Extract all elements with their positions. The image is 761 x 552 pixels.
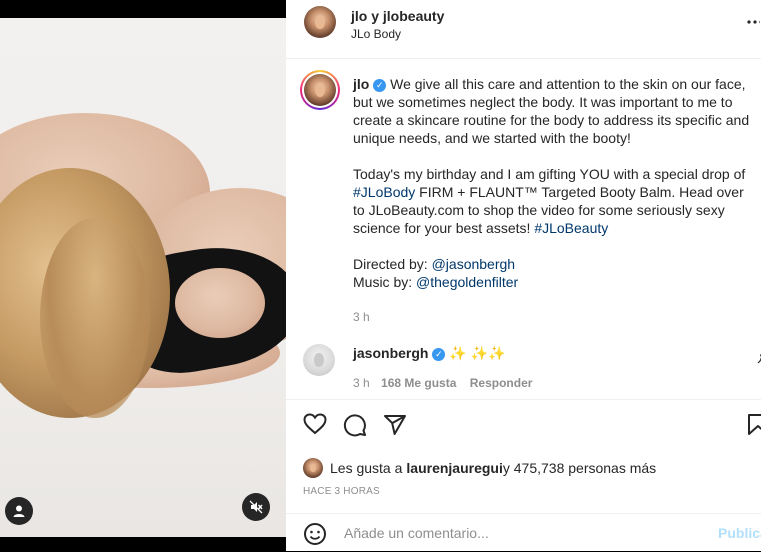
share-icon <box>384 415 406 435</box>
directed-by-label: Directed by: <box>353 256 432 272</box>
hashtag-jlobody[interactable]: #JLoBody <box>353 184 415 200</box>
like-button[interactable] <box>303 413 327 440</box>
emoji-button[interactable] <box>303 522 327 551</box>
user-icon <box>13 505 25 517</box>
heart-icon <box>303 413 327 435</box>
post-panel: jlo y jlobeauty JLo Body jlo ✓ We give a… <box>286 0 761 551</box>
bookmark-icon <box>748 414 761 435</box>
hashtag-jlobeauty[interactable]: #JLoBeauty <box>534 220 608 236</box>
header-avatar[interactable] <box>304 6 336 38</box>
comment-icon <box>343 414 366 437</box>
header-subtitle[interactable]: JLo Body <box>351 27 401 41</box>
video-frame[interactable] <box>0 18 286 537</box>
volume-muted-icon <box>249 500 263 514</box>
add-comment-bar: Publicar <box>286 513 761 552</box>
post-time-ago[interactable]: HACE 3 HORAS <box>303 486 380 497</box>
caption-avatar-ring[interactable] <box>300 70 340 110</box>
comment-like-button[interactable] <box>756 352 761 370</box>
mention-thegoldenfilter[interactable]: @thegoldenfilter <box>416 274 518 290</box>
header-title[interactable]: jlo y jlobeauty <box>351 8 444 24</box>
comment-text: ✨ ✨✨ <box>449 345 506 361</box>
mute-button[interactable] <box>242 493 270 521</box>
comment-time: 3 h <box>353 376 370 390</box>
verified-badge-icon: ✓ <box>373 79 387 92</box>
post-caption: jlo ✓ We give all this care and attentio… <box>353 75 753 326</box>
publish-button[interactable]: Publicar <box>718 525 761 541</box>
hair-strands-shape <box>40 218 150 418</box>
likes-prefix: Les gusta a <box>330 460 403 476</box>
liker-avatar[interactable] <box>303 458 323 478</box>
comment-avatar[interactable] <box>303 344 335 376</box>
caption-username[interactable]: jlo <box>353 76 369 92</box>
likes-summary: Les gusta a laurenjauregui y 475,738 per… <box>303 458 656 478</box>
emoji-icon <box>304 523 326 545</box>
save-button[interactable] <box>747 413 761 442</box>
comment-input[interactable] <box>342 524 686 542</box>
music-by-label: Music by: <box>353 274 417 290</box>
comment-username[interactable]: jasonbergh <box>353 345 428 361</box>
heart-small-icon <box>757 354 761 364</box>
comment: jasonbergh ✓ ✨ ✨✨ 3 h 168 Me gusta Respo… <box>353 344 532 392</box>
likes-suffix[interactable]: y 475,738 personas más <box>503 460 656 476</box>
comment-likes[interactable]: 168 Me gusta <box>381 376 456 390</box>
mention-jasonbergh[interactable]: @jasonbergh <box>432 256 516 272</box>
share-button[interactable] <box>383 413 407 442</box>
post-header: jlo y jlobeauty JLo Body <box>286 0 761 59</box>
liker-username[interactable]: laurenjauregui <box>406 460 502 476</box>
caption-avatar[interactable] <box>304 74 336 106</box>
verified-badge-icon: ✓ <box>432 348 446 361</box>
cutout-shape <box>175 268 265 338</box>
comment-button[interactable] <box>343 413 367 442</box>
caption-paragraph-1: We give all this care and attention to t… <box>353 76 750 146</box>
tagged-users-button[interactable] <box>5 497 33 525</box>
caption-paragraph-2a: Today's my birthday and I am gifting YOU… <box>353 166 746 182</box>
caption-time[interactable]: 3 h <box>353 308 753 326</box>
more-options-button[interactable] <box>746 10 761 35</box>
more-horizontal-icon <box>747 20 761 24</box>
comment-reply-button[interactable]: Responder <box>470 376 533 390</box>
post-actions: Les gusta a laurenjauregui y 475,738 per… <box>286 399 761 548</box>
post-media[interactable] <box>0 0 286 551</box>
